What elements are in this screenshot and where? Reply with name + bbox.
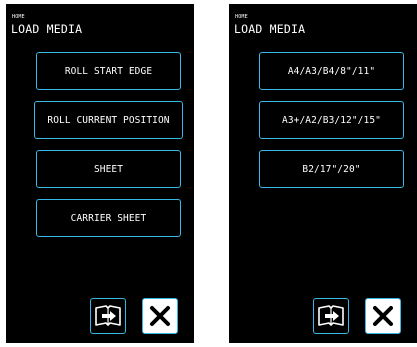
a4-a3-b4-size-button[interactable]: A4/A3/B4/8"/11" — [259, 52, 404, 90]
left-screen: HOME LOAD MEDIA ROLL START EDGE ROLL CUR… — [6, 4, 194, 343]
roll-start-edge-button[interactable]: ROLL START EDGE — [36, 52, 181, 90]
close-x-icon — [371, 304, 395, 328]
carrier-sheet-button[interactable]: CARRIER SHEET — [36, 199, 181, 237]
book-arrow-icon — [316, 303, 346, 329]
manual-button[interactable] — [313, 298, 349, 334]
close-button[interactable] — [365, 298, 401, 334]
manual-button[interactable] — [90, 298, 126, 334]
close-x-icon — [148, 304, 172, 328]
book-arrow-icon — [93, 303, 123, 329]
right-screen: HOME LOAD MEDIA A4/A3/B4/8"/11" A3+/A2/B… — [229, 4, 417, 343]
b2-size-button[interactable]: B2/17"/20" — [259, 150, 404, 188]
breadcrumb[interactable]: HOME — [235, 14, 248, 20]
breadcrumb[interactable]: HOME — [12, 14, 25, 20]
a3plus-a2-b3-size-button[interactable]: A3+/A2/B3/12"/15" — [259, 101, 404, 139]
roll-current-position-button[interactable]: ROLL CURRENT POSITION — [34, 101, 183, 139]
close-button[interactable] — [142, 298, 178, 334]
page-title: LOAD MEDIA — [11, 22, 83, 36]
page-title: LOAD MEDIA — [234, 22, 306, 36]
sheet-button[interactable]: SHEET — [36, 150, 181, 188]
